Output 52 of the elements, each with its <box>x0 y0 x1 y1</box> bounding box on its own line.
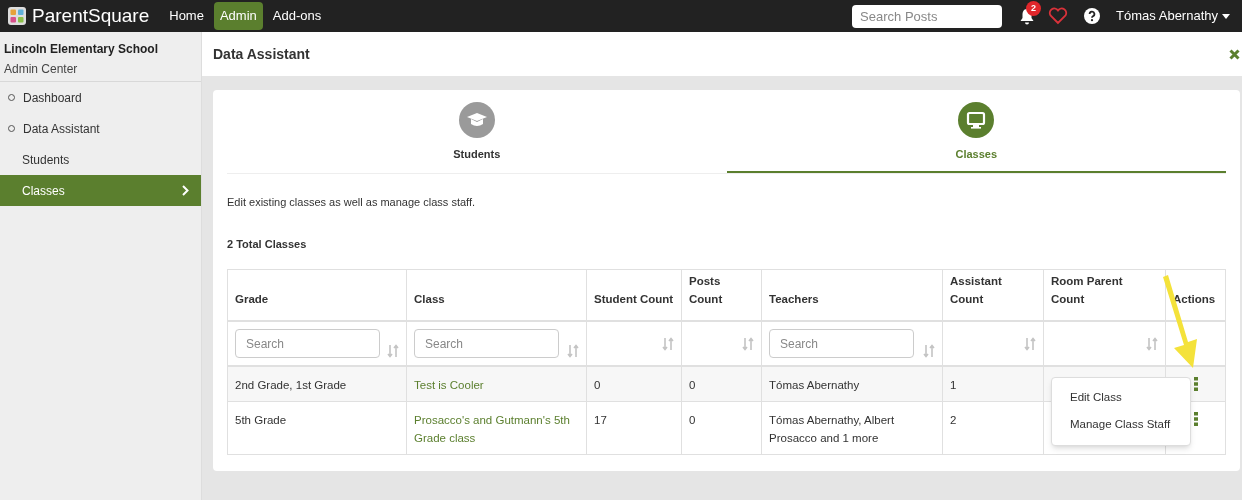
school-name: Lincoln Elementary School <box>4 41 160 58</box>
help-icon[interactable] <box>1084 8 1101 24</box>
column-header: Student Count <box>586 269 682 321</box>
column-header: Grade <box>227 269 407 321</box>
column-header: Teachers <box>761 269 943 321</box>
logo-icon <box>8 7 26 25</box>
sidebar-item[interactable]: Students <box>0 144 201 175</box>
description: Edit existing classes as well as manage class staff. <box>227 194 477 210</box>
graduation-cap-icon <box>458 102 495 138</box>
nav-link[interactable]: Home <box>163 2 210 30</box>
tab[interactable]: Students <box>227 90 727 173</box>
table-cell: Tómas Abernathy, Albert Prosacco and 1 more <box>761 401 943 455</box>
filter-field[interactable]: Search <box>235 329 380 358</box>
tab[interactable]: Classes <box>726 90 1226 173</box>
column-header: Posts Count <box>681 269 762 321</box>
nav-link[interactable]: Add-ons <box>266 2 328 30</box>
menu-item[interactable]: Edit Class <box>1052 384 1190 412</box>
column-header: Class <box>406 269 587 321</box>
table-cell: 0 <box>681 401 762 455</box>
table-cell: 0 <box>681 366 762 402</box>
monitor-icon <box>958 102 995 138</box>
sidebar-item[interactable]: Dashboard <box>0 82 201 113</box>
nav-link[interactable]: Admin <box>213 2 263 30</box>
user-menu[interactable]: Tómas Abernathy <box>1116 6 1218 26</box>
column-header: Assistant Count <box>942 269 1044 321</box>
table-cell: Tómas Abernathy <box>761 366 943 402</box>
heart-icon[interactable] <box>1048 7 1069 25</box>
class-link[interactable]: Test is Cooler <box>406 366 587 402</box>
table-cell: 0 <box>586 366 682 402</box>
panel-title: Data Assistant <box>213 44 310 64</box>
app-logo-text[interactable]: ParentSquare <box>32 1 150 31</box>
sidebar-item[interactable]: Data Assistant <box>0 113 201 144</box>
table-cell: 5th Grade <box>227 401 407 455</box>
column-header: Room Parent Count <box>1043 269 1166 321</box>
close-icon[interactable] <box>1229 48 1240 60</box>
sidebar-item[interactable]: Classes <box>0 175 201 206</box>
filter-field[interactable]: Search <box>414 329 559 358</box>
sidebar-subtitle: Admin Center <box>4 61 79 78</box>
chevron-right-icon <box>182 185 189 196</box>
table-cell: 2 <box>942 401 1044 455</box>
caret-icon[interactable] <box>1222 13 1230 19</box>
kebab-menu-icon[interactable] <box>1194 412 1198 426</box>
table-cell: 1 <box>942 366 1044 402</box>
menu-item[interactable]: Manage Class Staff <box>1052 411 1190 439</box>
kebab-menu-icon[interactable] <box>1194 377 1198 391</box>
filter-field[interactable]: Search <box>769 329 914 358</box>
total-count: 2 Total Classes <box>227 237 308 252</box>
search-field[interactable]: Search Posts <box>852 4 1003 28</box>
notification-badge: 2 <box>1026 1 1042 16</box>
table-cell: 2nd Grade, 1st Grade <box>227 366 407 402</box>
table-cell: 17 <box>586 401 682 455</box>
class-link[interactable]: Prosacco's and Gutmann's 5th Grade class <box>406 401 587 455</box>
